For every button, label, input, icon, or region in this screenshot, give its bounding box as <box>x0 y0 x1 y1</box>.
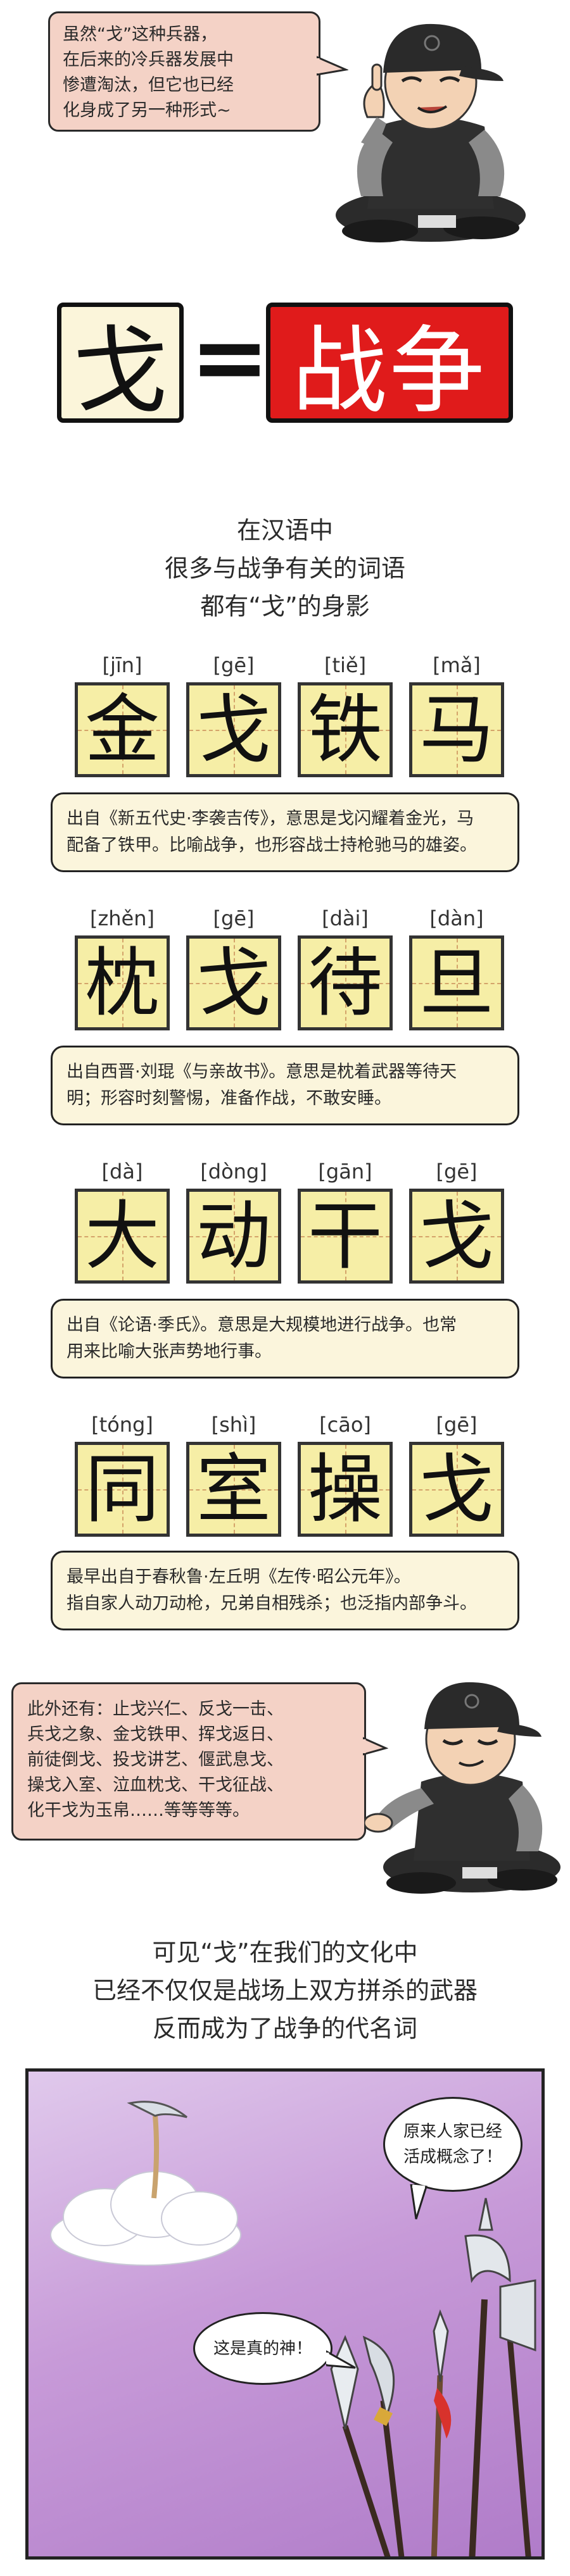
comic-bubble-line: 活成概念了！ <box>403 2148 502 2166</box>
tile-character: 戈 <box>196 686 271 773</box>
idiom-description: 出自《新五代史·李袭吉传》，意思是戈闪耀着金光，马 配备了铁甲。比喻战争，也形容… <box>51 792 519 872</box>
conclusion-line: 已经不仅仅是战场上双方拼杀的武器 <box>92 1977 478 2004</box>
lead-line: 很多与战争有关的词语 <box>164 554 405 582</box>
pinyin-label: [tóng] <box>91 1413 153 1437</box>
description-line: 指自家人动刀动枪，兄弟自相残杀；也泛指内部争斗。 <box>66 1594 477 1613</box>
description-line: 出自《论语·季氏》。意思是大规模地进行战争。也常 <box>66 1315 457 1335</box>
character-tile: 动 <box>186 1189 281 1284</box>
pinyin-label: [gān] <box>318 1160 372 1184</box>
tile-character: 铁 <box>307 686 383 773</box>
tile-character: 动 <box>196 1192 271 1280</box>
character-tile: 戈 <box>409 1442 504 1537</box>
description-line: 明；形容时刻警惕，准备作战，不敢安睡。 <box>66 1089 391 1108</box>
pinyin-label: [gē] <box>436 1160 478 1184</box>
character-tile: 戈 <box>409 1189 504 1284</box>
more-idioms-line: 化干戈为玉帛……等等等等。 <box>27 1801 250 1820</box>
description-line: 用来比喻大张声势地行事。 <box>66 1342 272 1361</box>
lead-text: 在汉语中 很多与战争有关的词语 都有“戈”的身影 <box>0 511 570 625</box>
tile-character: 旦 <box>419 939 494 1027</box>
more-idioms-line: 此外还有：止戈兴仁、反戈一击、 <box>27 1699 284 1719</box>
description-line: 配备了铁甲。比喻战争，也形容战士持枪驰马的雄姿。 <box>66 835 477 855</box>
pinyin-label: [mǎ] <box>433 653 481 677</box>
pinyin-label: [gē] <box>213 653 255 677</box>
pinyin-label: [zhěn] <box>89 906 155 930</box>
tile-character: 马 <box>419 686 494 773</box>
comic-panel: 原来人家已经 活成概念了！ 这是真的神！ <box>25 2068 545 2560</box>
tile-character: 戈 <box>419 1192 494 1280</box>
character-tile: 马 <box>409 682 504 777</box>
pinyin-label: [cāo] <box>319 1413 371 1437</box>
equation-ge-char: 戈 <box>72 316 168 427</box>
conclusion-line: 反而成为了战争的代名词 <box>152 2015 417 2042</box>
lead-line: 在汉语中 <box>236 516 333 544</box>
more-idioms-line: 前徒倒戈、投戈讲艺、偃武息戈、 <box>27 1750 284 1770</box>
tile-character: 戈 <box>196 939 271 1027</box>
pinyin-label: [jīn] <box>102 653 142 677</box>
conclusion-line: 可见“戈”在我们的文化中 <box>152 1939 418 1966</box>
lead-line: 都有“戈”的身影 <box>200 592 370 620</box>
tile-character: 金 <box>84 686 160 773</box>
tile-character: 枕 <box>84 939 160 1027</box>
character-tile: 戈 <box>186 935 281 1030</box>
pinyin-label: [dà] <box>101 1160 143 1184</box>
description-line: 出自《新五代史·李袭吉传》，意思是戈闪耀着金光，马 <box>66 809 474 828</box>
idiom-description: 出自《论语·季氏》。意思是大规模地进行战争。也常 用来比喻大张声势地行事。 <box>51 1299 519 1379</box>
character-tile: 大 <box>75 1189 170 1284</box>
comic-speech-bubble: 这是真的神！ <box>193 2312 332 2385</box>
character-tile: 枕 <box>75 935 170 1030</box>
tile-character: 待 <box>307 939 383 1027</box>
more-idioms-line: 操戈入室、泣血枕戈、干戈征战、 <box>27 1775 284 1795</box>
pinyin-label: [dòng] <box>200 1160 267 1184</box>
more-idioms-bubble: 此外还有：止戈兴仁、反戈一击、 兵戈之象、金戈铁甲、挥戈返日、 前徒倒戈、投戈讲… <box>11 1682 366 1841</box>
comic-bubble-line: 原来人家已经 <box>403 2122 502 2141</box>
bubble-tail <box>326 2350 356 2369</box>
equals-sign: = <box>190 303 270 413</box>
more-idioms-line: 兵戈之象、金戈铁甲、挥戈返日、 <box>27 1725 284 1744</box>
character-tile: 待 <box>298 935 393 1030</box>
character-tile: 金 <box>75 682 170 777</box>
tile-character: 室 <box>196 1446 271 1533</box>
description-line: 出自西晋·刘琨《与亲故书》。意思是枕着武器等待天 <box>66 1062 457 1082</box>
pinyin-label: [shì] <box>211 1413 256 1437</box>
character-tile: 干 <box>298 1189 393 1284</box>
tile-character: 戈 <box>419 1446 494 1533</box>
intro-bubble-line: 惨遭淘汰，但它也已经 <box>63 75 234 95</box>
equation-war-text: 战争 <box>291 316 487 427</box>
intro-speech-bubble: 虽然“戈”这种兵器， 在后来的冷兵器发展中 惨遭淘汰，但它也已经 化身成了另一种… <box>48 11 320 132</box>
pinyin-label: [tiě] <box>324 653 367 677</box>
pinyin-label: [gē] <box>213 906 255 930</box>
tile-character: 大 <box>84 1192 160 1280</box>
intro-bubble-line: 化身成了另一种形式~ <box>63 101 231 120</box>
character-tile: 同 <box>75 1442 170 1537</box>
character-tile: 室 <box>186 1442 281 1537</box>
equation-ge-box: 戈 <box>57 303 184 427</box>
pinyin-label: [gē] <box>436 1413 478 1437</box>
comic-speech-bubble: 原来人家已经 活成概念了！ <box>383 2097 522 2192</box>
comic-bubble-line: 这是真的神！ <box>213 2339 312 2358</box>
intro-bubble-line: 虽然“戈”这种兵器， <box>63 25 217 44</box>
tile-character: 操 <box>307 1446 383 1533</box>
character-tile: 旦 <box>409 935 504 1030</box>
character-tile: 戈 <box>186 682 281 777</box>
character-tile: 铁 <box>298 682 393 777</box>
equation-war-box: 战争 <box>266 303 513 427</box>
tile-character: 同 <box>84 1446 160 1533</box>
cartoon-character-pointing <box>323 6 532 247</box>
pinyin-label: [dàn] <box>429 906 484 930</box>
pinyin-label: [dài] <box>322 906 369 930</box>
cartoon-character-presenting <box>363 1665 564 1899</box>
character-tile: 操 <box>298 1442 393 1537</box>
intro-bubble-line: 在后来的冷兵器发展中 <box>63 50 234 70</box>
idiom-description: 最早出自于春秋鲁·左丘明《左传·昭公元年》。 指自家人动刀动枪，兄弟自相残杀；也… <box>51 1551 519 1630</box>
idiom-description: 出自西晋·刘琨《与亲故书》。意思是枕着武器等待天 明；形容时刻警惕，准备作战，不… <box>51 1046 519 1125</box>
tile-character: 干 <box>307 1192 383 1280</box>
conclusion-text: 可见“戈”在我们的文化中 已经不仅仅是战场上双方拼杀的武器 反而成为了战争的代名… <box>0 1934 570 2048</box>
description-line: 最早出自于春秋鲁·左丘明《左传·昭公元年》。 <box>66 1567 411 1587</box>
bubble-tail <box>410 2184 428 2220</box>
